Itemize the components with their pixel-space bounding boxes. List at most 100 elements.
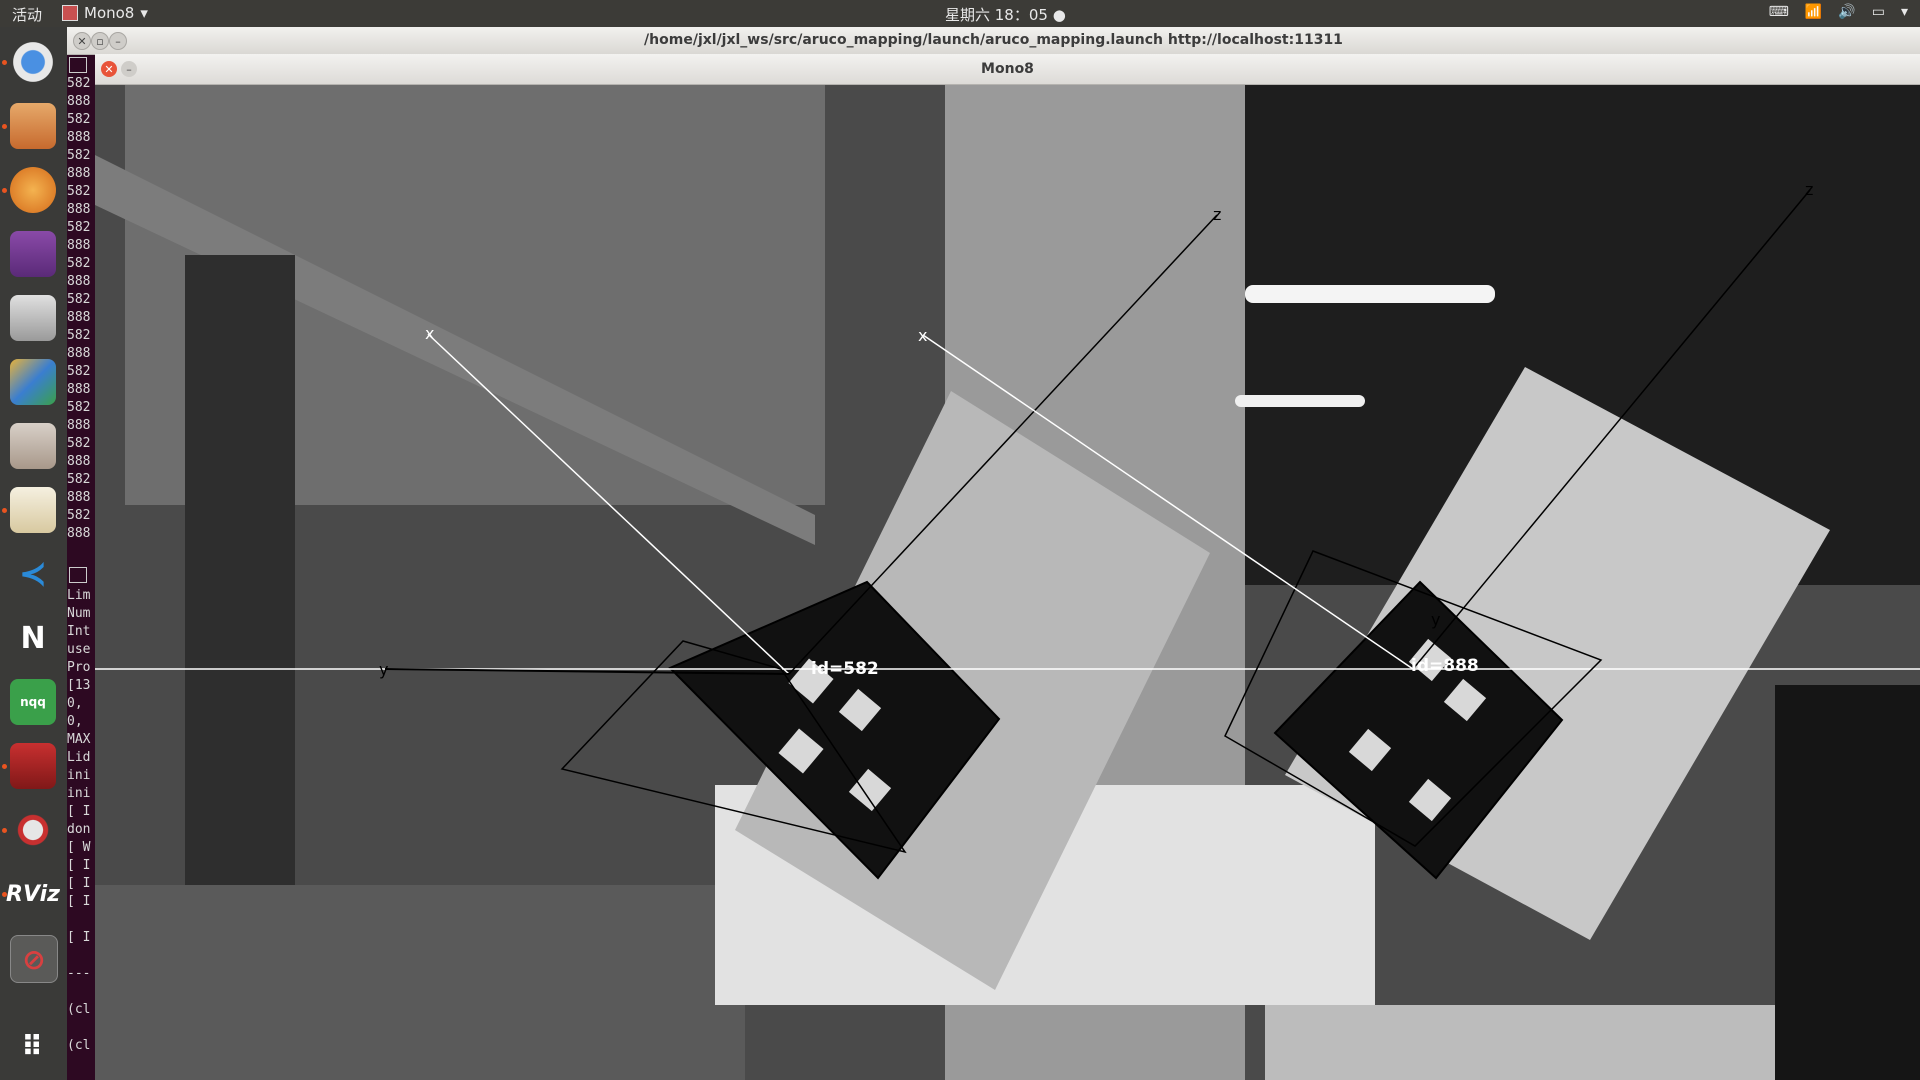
nqq-icon[interactable]: nqq: [10, 679, 56, 725]
chromium-icon[interactable]: [10, 39, 56, 85]
keyboard-icon[interactable]: ⌨: [1769, 4, 1789, 20]
terminal-line: [ I: [67, 894, 91, 909]
terminal-line: [ I: [67, 876, 91, 891]
nqq-label: nqq: [20, 695, 46, 709]
terminal-line: 0,: [67, 696, 83, 711]
text-editor-icon[interactable]: [10, 487, 56, 533]
clock-text: 星期六 18：05: [945, 6, 1048, 24]
running-indicator-icon: [2, 508, 7, 513]
activities-button[interactable]: 活动: [12, 4, 42, 25]
mono8-title: Mono8: [981, 61, 1034, 77]
terminal-line: 888: [67, 238, 91, 253]
terminal-line: [13: [67, 678, 91, 693]
terminal-line: Lim: [67, 588, 91, 603]
terminal-line: 582: [67, 508, 91, 523]
terminal-line: 888: [67, 310, 91, 325]
shotwell-icon[interactable]: [10, 167, 56, 213]
top-bar: 活动 Mono8 ▾ 星期六 18：05 ● ⌨ 📶 🔊 ▭ ▾: [0, 0, 1920, 27]
terminal-line: 888: [67, 418, 91, 433]
terminal-line: 888: [67, 166, 91, 181]
n-icon[interactable]: N: [10, 615, 56, 661]
terminal-line: ini: [67, 768, 91, 783]
terminal-line: 582: [67, 76, 91, 91]
mono8-titlebar[interactable]: ✕ – Mono8: [95, 54, 1920, 85]
running-indicator-icon: [2, 188, 7, 193]
paint-icon[interactable]: [10, 359, 56, 405]
marker-id-582: id=582: [811, 659, 879, 679]
terminal-line: ini: [67, 786, 91, 801]
terminal-line: ---: [67, 966, 91, 981]
mono8-window[interactable]: ✕ – Mono8 x z y x z y id=582 id=888: [95, 54, 1920, 1080]
terminal-line: (cl: [67, 1038, 91, 1053]
running-indicator-icon: [2, 892, 7, 897]
wifi-icon[interactable]: 📶: [1805, 4, 1822, 20]
terminal-line: 582: [67, 472, 91, 487]
app-icon: [62, 5, 78, 21]
launcher-dock: ≺ N nqq RViz ⊘ ⠿: [0, 27, 67, 1080]
terminal-tab-icon[interactable]: [69, 567, 87, 583]
battery-icon[interactable]: ▭: [1872, 4, 1885, 20]
camera-image: x z y x z y id=582 id=888: [95, 85, 1920, 1080]
axis-y-label-888: y: [1431, 610, 1440, 629]
terminal-line: 582: [67, 220, 91, 235]
terminal-line: 582: [67, 184, 91, 199]
axis-x-label-582: x: [425, 324, 434, 343]
terminal-line: [ W: [67, 840, 91, 855]
terminal-line: 888: [67, 94, 91, 109]
files-icon[interactable]: [10, 103, 56, 149]
terminal-line: Lid: [67, 750, 91, 765]
volume-icon[interactable]: 🔊: [1838, 4, 1855, 20]
terminal-line: don: [67, 822, 91, 837]
terminal-line: Int: [67, 624, 91, 639]
no-entry-icon[interactable]: ⊘: [10, 935, 58, 983]
terminal-titlebar[interactable]: ✕ ▫ – /home/jxl/jxl_ws/src/aruco_mapping…: [67, 27, 1920, 55]
vscode-icon[interactable]: ≺: [10, 551, 56, 597]
camera-icon[interactable]: [10, 295, 56, 341]
system-tray[interactable]: ⌨ 📶 🔊 ▭ ▾: [1769, 4, 1908, 20]
terminal-line: 582: [67, 436, 91, 451]
terminal-line: (cl: [67, 1002, 91, 1017]
clock[interactable]: 星期六 18：05 ●: [945, 4, 1066, 25]
axis-x-label-888: x: [918, 326, 927, 345]
chevron-down-icon: ▾: [140, 4, 148, 22]
terminal-title: /home/jxl/jxl_ws/src/aruco_mapping/launc…: [644, 32, 1343, 48]
axis-z-label-888: z: [1805, 180, 1813, 199]
terminal-line: 582: [67, 148, 91, 163]
n-label: N: [20, 620, 46, 656]
video-icon[interactable]: [10, 231, 56, 277]
terminal-line: 888: [67, 130, 91, 145]
terminal-line: 582: [67, 400, 91, 415]
running-indicator-icon: [2, 60, 7, 65]
terminal-line: 888: [67, 526, 91, 541]
rviz-icon[interactable]: RViz: [6, 871, 60, 917]
terminal-line: 582: [67, 364, 91, 379]
terminal-line: [ I: [67, 858, 91, 873]
terminal-line: Pro: [67, 660, 91, 675]
terminal-line: 888: [67, 490, 91, 505]
terminal-line: 582: [67, 328, 91, 343]
mixer-icon[interactable]: [10, 423, 56, 469]
axis-z-label-582: z: [1213, 205, 1221, 224]
terminal-line: use: [67, 642, 91, 657]
app-menu[interactable]: Mono8 ▾: [62, 4, 148, 22]
terminal-line: 888: [67, 274, 91, 289]
terminal-line: 888: [67, 202, 91, 217]
running-indicator-icon: [2, 764, 7, 769]
terminal-line: 888: [67, 454, 91, 469]
terminal-line: 888: [67, 346, 91, 361]
terminal-app-icon[interactable]: [10, 743, 56, 789]
terminal-tab-icon[interactable]: [69, 57, 87, 73]
terminal-line: [ I: [67, 930, 91, 945]
terminal-line: 582: [67, 292, 91, 307]
terminal-output: 582 888 582 888 582 888 582 888 582 888 582 888 582 8…: [67, 75, 95, 543]
settings-icon[interactable]: [10, 807, 56, 853]
menu-arrow-icon[interactable]: ▾: [1901, 4, 1908, 20]
apps-grid-icon[interactable]: ⠿: [10, 1023, 56, 1069]
running-indicator-icon: [2, 828, 7, 833]
terminal-line: Num: [67, 606, 91, 621]
terminal-line: MAX: [67, 732, 91, 747]
app-menu-label: Mono8: [84, 4, 135, 22]
